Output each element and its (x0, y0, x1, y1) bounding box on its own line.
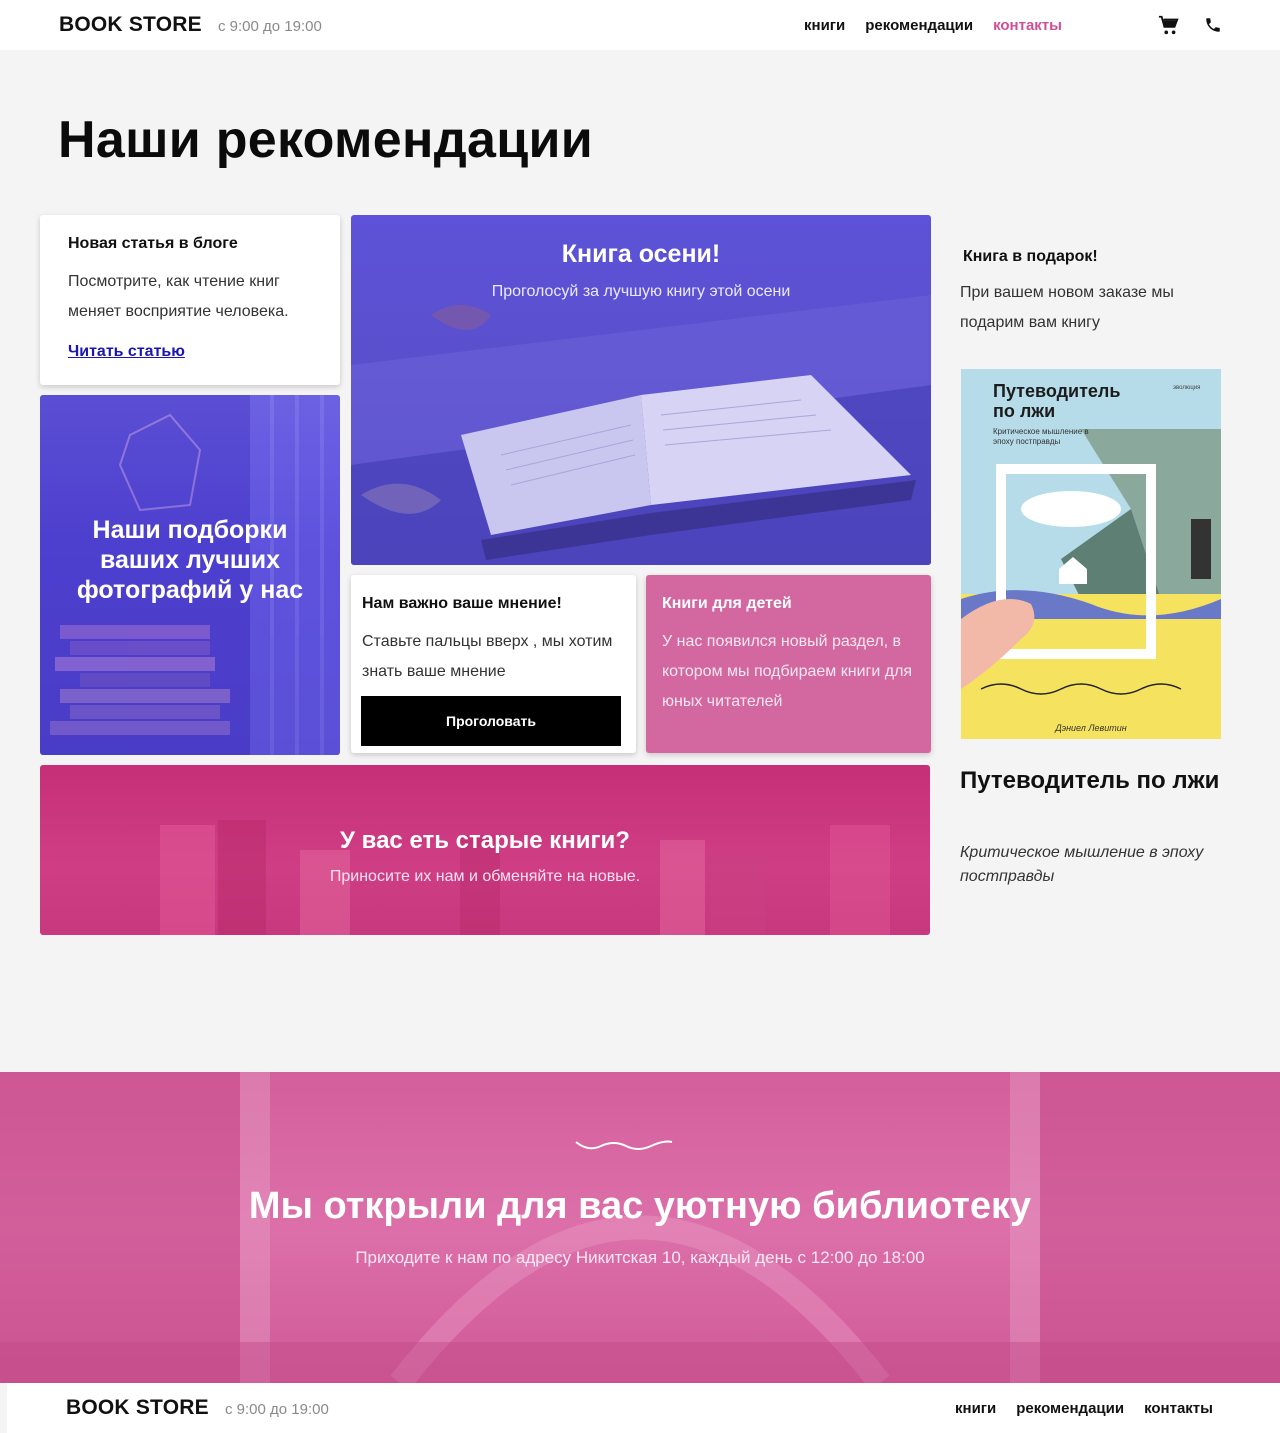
opinion-card-text: Ставьте пальцы вверх , мы хотим знать ва… (362, 633, 613, 680)
book-title[interactable]: Путеводитель по лжи (960, 766, 1220, 796)
gift-text: При вашем новом заказе мы подарим вам кн… (960, 284, 1174, 331)
footer-hours: с 9:00 до 19:00 (225, 1401, 329, 1418)
footer-link-contacts[interactable]: контакты (1144, 1400, 1213, 1417)
logo[interactable]: BOOK STORE (59, 13, 202, 37)
footer-logo[interactable]: BOOK STORE (66, 1396, 209, 1420)
book-subtitle: Критическое мышление в эпоху постправды (960, 844, 1204, 885)
cover-author: Дэниел Левитин (1055, 723, 1127, 733)
cart-icon[interactable] (1158, 14, 1180, 36)
old-books-card[interactable]: У вас еть старые книги? Приносите их нам… (40, 765, 930, 935)
library-text: Приходите к нам по адресу Никитская 10, … (355, 1248, 925, 1267)
footer: BOOK STORE с 9:00 до 19:00 книги рекомен… (7, 1383, 1280, 1433)
blog-card: Новая статья в блоге Посмотрите, как чте… (40, 215, 340, 385)
autumn-card-title: Книга осени! (561, 240, 721, 268)
kids-books-card[interactable]: Книги для детей У нас появился новый раз… (646, 575, 931, 753)
footer-link-books[interactable]: книги (955, 1400, 996, 1417)
nav-link-contacts[interactable]: контакты (993, 17, 1062, 34)
opinion-card: Нам важно ваше мнение! Ставьте пальцы вв… (351, 575, 636, 753)
main-nav: книги рекомендации контакты (804, 17, 1062, 34)
library-banner: Мы открыли для вас уютную библиотеку При… (0, 1072, 1280, 1383)
old-books-card-title: У вас еть старые книги? (340, 827, 630, 854)
blog-card-text: Посмотрите, как чтение книг меняет воспр… (68, 273, 289, 320)
nav-link-books[interactable]: книги (804, 17, 845, 34)
kids-card-text: У нас появился новый раздел, в котором м… (662, 633, 913, 710)
vote-button[interactable]: Проголовать (361, 696, 621, 746)
kids-card-title: Книги для детей (662, 595, 792, 612)
opinion-card-title: Нам важно ваше мнение! (362, 595, 562, 612)
page-title: Наши рекомендации (58, 111, 594, 169)
read-article-link[interactable]: Читать статью (68, 343, 185, 361)
blog-card-title: Новая статья в блоге (68, 235, 238, 252)
cover-publisher: эволюция (1173, 385, 1201, 391)
book-cover[interactable]: Путеводитель по лжи эволюция Критическое… (961, 369, 1221, 739)
old-books-card-text: Приносите их нам и обменяйте на новые. (329, 868, 641, 885)
footer-link-recommendations[interactable]: рекомендации (1016, 1400, 1124, 1417)
autumn-card-text: Проголосуй за лучшую книгу этой осени (491, 283, 791, 300)
photos-card[interactable]: Наши подборки ваших лучших фотографий у … (40, 395, 340, 755)
photos-card-title: Наши подборки ваших лучших фотографий у … (76, 516, 304, 604)
wave-divider-icon (575, 1140, 673, 1150)
cover-illustration (961, 369, 1221, 739)
autumn-book-card[interactable]: Книга осени! Проголосуй за лучшую книгу … (351, 215, 931, 565)
cover-title: Путеводитель по лжи (993, 381, 1121, 421)
nav-link-recommendations[interactable]: рекомендации (865, 17, 973, 34)
gift-title: Книга в подарок! (963, 248, 1098, 265)
top-header: BOOK STORE с 9:00 до 19:00 книги рекомен… (0, 0, 1280, 50)
opening-hours: с 9:00 до 19:00 (218, 18, 322, 35)
library-title: Мы открыли для вас уютную библиотеку (248, 1185, 1032, 1227)
phone-icon[interactable] (1202, 14, 1224, 36)
footer-nav: книги рекомендации контакты (955, 1400, 1213, 1417)
cover-subtitle: Критическое мышление в эпоху постправды (993, 427, 1089, 446)
